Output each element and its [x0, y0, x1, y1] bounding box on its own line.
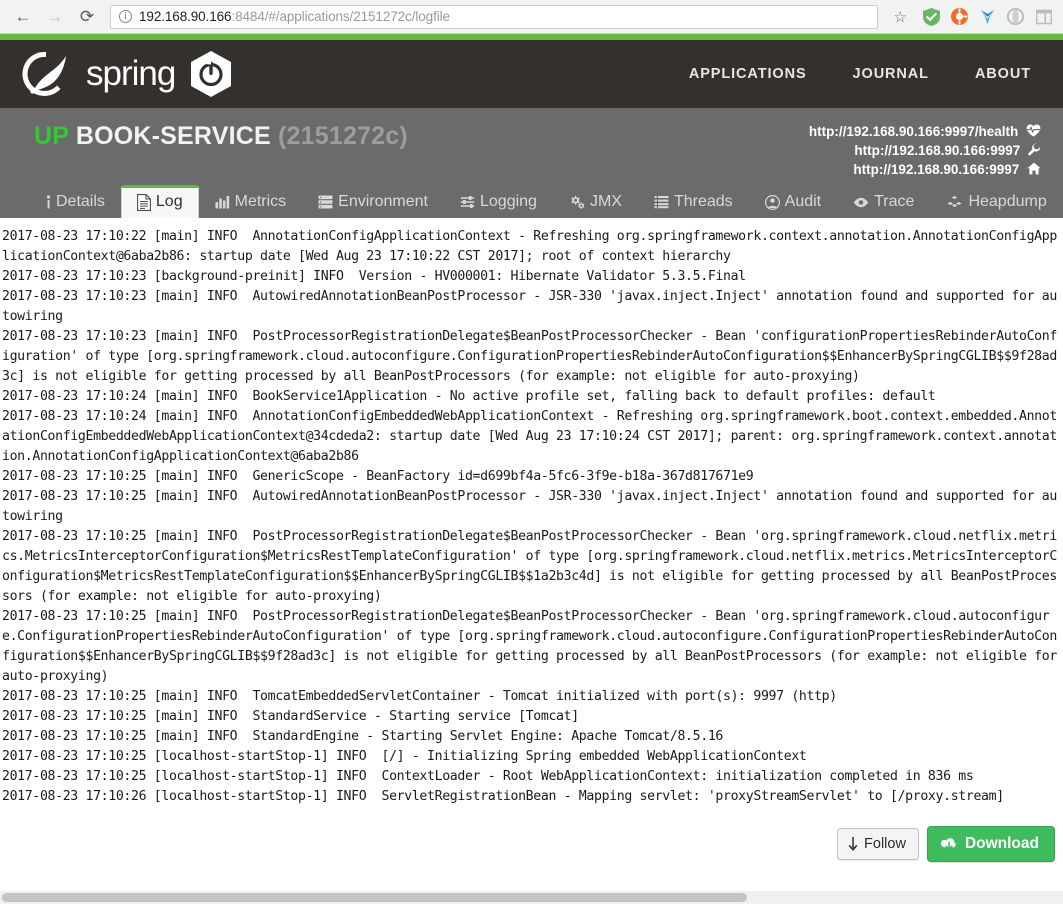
- log-panel[interactable]: 2017-08-23 17:10:22 [main] INFO Annotati…: [0, 218, 1063, 904]
- tab-environment-label: Environment: [338, 193, 428, 210]
- spring-boot-icon: [189, 50, 233, 98]
- address-bar[interactable]: i 192.168.90.166:8484/#/applications/215…: [110, 4, 878, 29]
- endpoint-management-url: http://192.168.90.166:9997: [854, 143, 1021, 158]
- nav-item-journal[interactable]: JOURNAL: [853, 66, 929, 82]
- info-icon: [46, 195, 51, 209]
- tab-details[interactable]: Details: [30, 185, 121, 219]
- adblock-icon[interactable]: [950, 7, 969, 26]
- tab-environment[interactable]: Environment: [302, 185, 444, 219]
- endpoint-health[interactable]: http://192.168.90.166:9997/health: [809, 122, 1041, 141]
- tab-jmx-label: JMX: [589, 193, 622, 210]
- url-path: :8484/#/applications/2151272c/logfile: [231, 9, 450, 24]
- tab-log[interactable]: Log: [120, 185, 199, 219]
- brand-wordmark: spring: [86, 54, 176, 93]
- tab-trace-label: Trace: [874, 193, 915, 210]
- horizontal-scrollbar[interactable]: [0, 891, 1063, 904]
- list-icon: [654, 195, 669, 209]
- nav-item-applications[interactable]: APPLICATIONS: [689, 66, 807, 82]
- site-header: spring APPLICATIONS JOURNAL ABOUT: [0, 40, 1063, 108]
- url-host: 192.168.90.166: [139, 9, 232, 24]
- download-button-label: Download: [964, 835, 1039, 852]
- application-subheader: UP BOOK-SERVICE (2151272c) http://192.16…: [0, 108, 1063, 219]
- download-button[interactable]: Download: [926, 826, 1055, 862]
- endpoint-service[interactable]: http://192.168.90.166:9997: [809, 160, 1041, 179]
- log-action-buttons: Follow Download: [837, 826, 1055, 862]
- endpoint-health-url: http://192.168.90.166:9997/health: [808, 124, 1019, 139]
- tab-log-label: Log: [155, 193, 183, 210]
- browser-toolbar: ← → ⟳ i 192.168.90.166:8484/#/applicatio…: [0, 0, 1063, 34]
- follow-button[interactable]: Follow: [837, 828, 919, 860]
- log-content: 2017-08-23 17:10:22 [main] INFO Annotati…: [2, 229, 1057, 804]
- tab-heapdump[interactable]: Heapdump: [930, 185, 1062, 219]
- tab-details-label: Details: [56, 193, 105, 210]
- cloud-download-icon: [940, 837, 958, 851]
- endpoint-management[interactable]: http://192.168.90.166:9997: [809, 141, 1041, 160]
- arrow-down-icon: [848, 836, 858, 852]
- address-bar-url: 192.168.90.166:8484/#/applications/21512…: [139, 9, 450, 24]
- browser-forward-button[interactable]: →: [42, 4, 68, 30]
- main-navigation: APPLICATIONS JOURNAL ABOUT: [689, 66, 1039, 82]
- eye-icon: [853, 197, 869, 208]
- tab-threads[interactable]: Threads: [638, 185, 749, 219]
- tab-heapdump-label: Heapdump: [968, 193, 1047, 210]
- brand-logo[interactable]: spring: [22, 50, 233, 98]
- tab-logging-label: Logging: [480, 193, 537, 210]
- opera-icon[interactable]: [1006, 7, 1025, 26]
- endpoint-links: http://192.168.90.166:9997/health http:/…: [809, 122, 1041, 179]
- browser-reload-button[interactable]: ⟳: [74, 4, 100, 30]
- spring-leaf-icon: [22, 50, 70, 98]
- status-badge: UP: [34, 122, 69, 150]
- site-info-icon[interactable]: i: [119, 10, 132, 23]
- scrollbar-thumb[interactable]: [2, 893, 747, 902]
- home-icon: [1027, 162, 1041, 177]
- tab-trace[interactable]: Trace: [837, 185, 930, 219]
- tab-bar: Details Log Metrics Environment Logging: [30, 182, 1063, 219]
- tab-metrics[interactable]: Metrics: [199, 185, 303, 219]
- tab-threads-label: Threads: [673, 193, 733, 210]
- endpoint-service-url: http://192.168.90.166:9997: [853, 162, 1020, 177]
- nav-item-about[interactable]: ABOUT: [975, 66, 1031, 82]
- shield-icon[interactable]: [922, 7, 941, 26]
- bar-chart-icon: [215, 195, 230, 209]
- tab-audit-label: Audit: [784, 193, 822, 210]
- sliders-icon: [460, 195, 475, 209]
- tab-jmx[interactable]: JMX: [553, 185, 638, 219]
- wrench-icon: [1028, 143, 1041, 158]
- tab-metrics-label: Metrics: [234, 193, 287, 210]
- bookmark-star-icon[interactable]: ☆: [888, 8, 913, 26]
- tab-audit[interactable]: Audit: [749, 185, 837, 219]
- follow-button-label: Follow: [864, 836, 906, 852]
- application-name: BOOK-SERVICE: [75, 122, 271, 150]
- panel-icon[interactable]: [1034, 7, 1053, 26]
- server-icon: [318, 195, 333, 209]
- gears-icon: [569, 195, 585, 209]
- file-icon: [136, 193, 151, 211]
- cubes-icon: [946, 195, 964, 209]
- tab-logging[interactable]: Logging: [444, 185, 553, 219]
- user-circle-icon: [764, 194, 780, 210]
- yandex-icon[interactable]: [978, 7, 997, 26]
- heartbeat-icon: [1026, 124, 1041, 139]
- application-id: (2151272c): [278, 122, 408, 150]
- browser-back-button[interactable]: ←: [10, 4, 36, 30]
